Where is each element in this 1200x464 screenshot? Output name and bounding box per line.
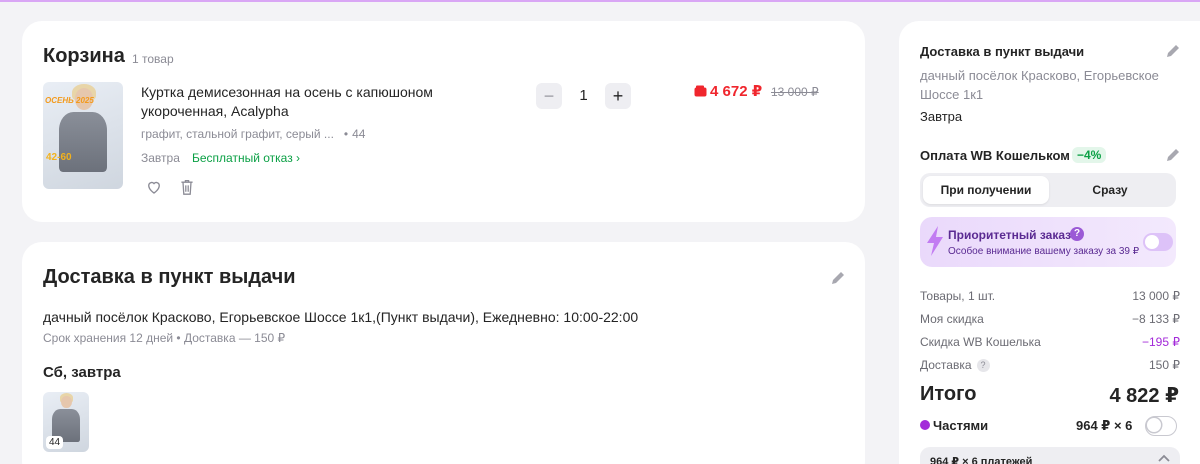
current-price: 4 672 ₽ xyxy=(710,83,763,100)
sidebar-delivery-when: Завтра xyxy=(920,109,963,124)
summary-label: Доставка xyxy=(920,358,972,372)
summary-value: −8 133 ₽ xyxy=(1131,312,1180,326)
summary-label: Моя скидка xyxy=(920,312,984,326)
delivery-product-thumbnail[interactable]: 44 xyxy=(43,392,89,452)
product-name-link[interactable]: Куртка демисезонная на осень с капюшоном… xyxy=(141,83,521,121)
summary-label: Скидка WB Кошелька xyxy=(920,335,1041,349)
total-value: 4 822 ₽ xyxy=(1109,385,1179,407)
cart-item-count: 1 товар xyxy=(132,52,174,66)
delivery-storage-info: Срок хранения 12 дней • Доставка — 150 ₽ xyxy=(43,331,286,345)
toggle-knob xyxy=(1145,235,1159,249)
thumbnail-size-badge: 44 xyxy=(46,436,64,449)
quantity-value: 1 xyxy=(579,87,588,104)
old-price: 13 000 ₽ xyxy=(771,85,819,99)
quantity-decrease-button[interactable]: − xyxy=(536,83,562,109)
delivery-address: дачный посёлок Красково, Егорьевское Шос… xyxy=(43,309,639,325)
pay-on-receipt-tab[interactable]: При получении xyxy=(923,176,1049,204)
quantity-increase-button[interactable]: + xyxy=(605,83,631,109)
installments-icon xyxy=(920,420,930,430)
product-meta: графит, стальной графит, серый ... • 44 xyxy=(141,127,365,141)
image-promo-sizes: 42-60 xyxy=(46,152,72,163)
summary-value: 150 ₽ xyxy=(1149,358,1180,372)
total-label: Итого xyxy=(920,383,977,405)
edit-pencil-icon[interactable] xyxy=(830,270,846,286)
trash-icon[interactable] xyxy=(179,178,195,196)
summary-value: −195 ₽ xyxy=(1142,335,1180,349)
heart-icon[interactable] xyxy=(145,178,163,196)
priority-order-toggle[interactable] xyxy=(1143,233,1173,251)
payment-timing-switch: При получении Сразу xyxy=(920,173,1176,207)
installment-plan-text: 964 ₽ × 6 платежей xyxy=(930,456,1033,464)
installments-toggle[interactable] xyxy=(1145,416,1177,436)
meta-separator: • xyxy=(343,127,349,141)
priority-order-banner: Приоритетный заказ ? Особое внимание ваш… xyxy=(920,217,1176,267)
top-accent-line xyxy=(0,0,1200,2)
image-promo-season: ОСЕНЬ 2025 xyxy=(45,96,94,105)
lightning-icon xyxy=(927,226,943,256)
pay-now-tab[interactable]: Сразу xyxy=(1047,176,1173,204)
wallet-icon xyxy=(694,85,707,97)
toggle-knob xyxy=(1147,418,1161,432)
delivery-card: Доставка в пункт выдачи дачный посёлок К… xyxy=(22,242,865,464)
summary-label: Товары, 1 шт. xyxy=(920,289,996,303)
summary-row-items: Товары, 1 шт. 13 000 ₽ xyxy=(920,289,1180,305)
product-color: графит, стальной графит, серый ... xyxy=(141,127,334,141)
edit-delivery-pencil-icon[interactable] xyxy=(1165,43,1181,59)
sidebar-delivery-title: Доставка в пункт выдачи xyxy=(920,44,1085,59)
delivery-title: Доставка в пункт выдачи xyxy=(43,266,296,288)
cart-card: Корзина 1 товар ОСЕНЬ 2025 42-60 Куртка … xyxy=(22,21,865,222)
model-face xyxy=(61,395,72,408)
installments-amount: 964 ₽ × 6 xyxy=(1076,418,1133,433)
chevron-up-icon xyxy=(1158,454,1170,462)
summary-value: 13 000 ₽ xyxy=(1132,289,1180,303)
summary-row-my-discount: Моя скидка −8 133 ₽ xyxy=(920,312,1180,328)
payment-discount-badge: −4% xyxy=(1072,147,1107,163)
installments-label: Частями xyxy=(933,418,989,433)
sidebar-address: дачный посёлок Красково, Егорьевское Шос… xyxy=(920,68,1159,102)
cart-title: Корзина xyxy=(43,45,125,67)
product-delivery-when: Завтра xyxy=(141,151,180,165)
edit-payment-pencil-icon[interactable] xyxy=(1165,147,1181,163)
summary-row-delivery: Доставка? 150 ₽ xyxy=(920,358,1180,374)
payment-title: Оплата WB Кошельком xyxy=(920,148,1070,163)
order-summary-panel: Доставка в пункт выдачи дачный посёлок К… xyxy=(899,21,1200,464)
help-icon[interactable]: ? xyxy=(1070,227,1084,241)
product-image[interactable]: ОСЕНЬ 2025 42-60 xyxy=(43,82,123,189)
product-size: 44 xyxy=(352,127,366,141)
priority-order-title: Приоритетный заказ xyxy=(948,228,1072,242)
help-icon[interactable]: ? xyxy=(976,359,990,372)
free-return-link[interactable]: Бесплатный отказ › xyxy=(192,151,300,165)
priority-order-subtitle: Особое внимание вашему заказу за 39 ₽ xyxy=(948,246,1140,257)
summary-row-wallet-discount: Скидка WB Кошелька −195 ₽ xyxy=(920,335,1180,351)
delivery-date: Сб, завтра xyxy=(43,364,121,381)
installment-plan-dropdown[interactable]: 964 ₽ × 6 платежей xyxy=(920,447,1180,464)
